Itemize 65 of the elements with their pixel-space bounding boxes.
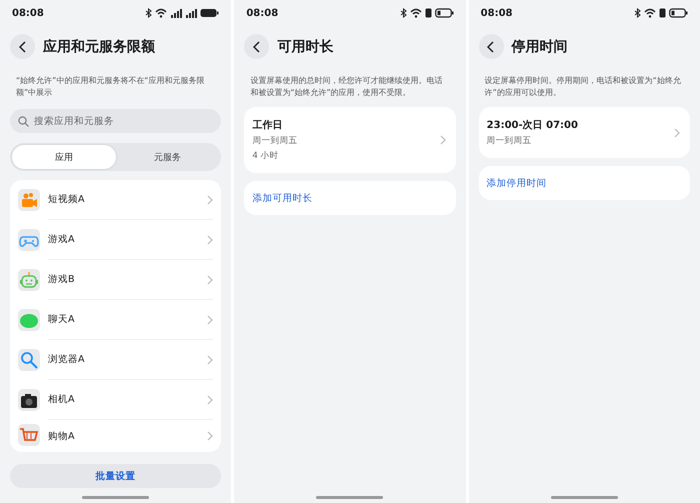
status-time: 08:08 [11,8,44,18]
back-button[interactable] [244,34,270,59]
chevron-right-icon [207,394,214,404]
description-text: “始终允许”中的应用和元服务将不在“应用和元服务限额”中展示 [16,75,206,99]
home-indicator [550,496,618,499]
app-row[interactable]: 购物A [18,420,214,452]
wifi-icon [410,8,422,18]
app-name: 游戏B [48,273,75,286]
app-row[interactable]: 相机A [18,380,214,420]
schedule-card[interactable]: 23:00-次日 07:00 周一到周五 [478,107,690,158]
page-title: 应用和元服务限额 [43,38,155,56]
app-name: 相机A [48,393,74,406]
batch-settings-button[interactable]: 批量设置 [10,464,222,488]
add-link[interactable]: 添加可用时长 [252,192,312,204]
signal-icon [170,8,182,18]
app-name: 聊天A [48,313,74,326]
chevron-right-icon [207,234,214,244]
app-row[interactable]: 游戏B [18,260,214,300]
app-name: 短视频A [48,193,84,206]
chevron-right-icon [440,135,446,145]
battery-icon [434,8,454,18]
tab[interactable]: 元服务 [116,145,220,169]
chevron-right-icon [674,128,680,138]
description-text: 设定屏幕停用时间。停用期间，电话和被设置为“始终允许”的应用可以使用。 [484,75,682,99]
bluetooth-icon [634,8,641,18]
schedule-title: 工作日 [252,118,284,132]
schedule-title: 23:00-次日 07:00 [486,118,578,132]
app-row[interactable]: 聊天A [18,300,214,340]
battery-icon [668,8,688,18]
tab[interactable]: 应用 [12,145,116,169]
schedule-card[interactable]: 工作日 周一到周五 4 小时 [244,107,456,173]
page-title: 可用时长 [277,38,334,56]
bluetooth-icon [400,8,407,18]
chevron-right-icon [207,431,214,441]
app-name: 游戏A [48,233,74,246]
home-indicator [316,496,384,499]
chevron-right-icon [207,314,214,324]
description-text: 设置屏幕使用的总时间，经您许可才能继续使用。电话和被设置为“始终允许”的应用，使用不受限。 [250,75,444,99]
status-time: 08:08 [245,8,278,18]
app-name: 浏览器A [48,353,84,366]
bluetooth-icon [145,8,152,18]
battery-icon [200,8,220,18]
search-icon [18,116,29,126]
app-row[interactable]: 浏览器A [18,340,214,380]
schedule-detail: 4 小时 [252,150,280,162]
search-field[interactable]: 搜索应用和元服务 [10,109,222,133]
signal-icon [185,8,198,18]
app-row[interactable]: 游戏A [18,220,214,260]
chevron-right-icon [207,274,214,284]
app-name: 购物A [48,430,74,442]
schedule-detail: 周一到周五 [252,135,298,147]
app-row[interactable]: 短视频A [18,180,214,220]
schedule-detail: 周一到周五 [486,135,533,147]
status-time: 08:08 [480,8,512,18]
back-button[interactable] [10,34,35,59]
wifi-icon [644,8,656,18]
add-link[interactable]: 添加停用时间 [486,176,547,190]
chevron-right-icon [207,354,214,364]
sim-icon [424,8,432,18]
chevron-right-icon [207,194,214,204]
back-button[interactable] [478,34,504,59]
home-indicator [82,496,150,499]
page-title: 停用时间 [512,38,568,56]
sim-icon [658,8,666,18]
wifi-icon [155,8,168,18]
